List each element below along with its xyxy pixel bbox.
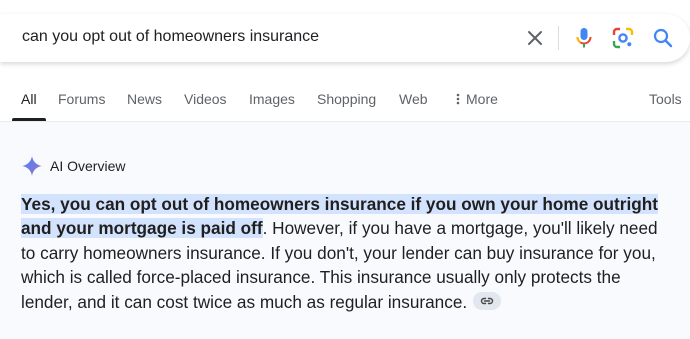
search-icon[interactable]: [651, 26, 675, 50]
ai-overview-header: AI Overview: [22, 156, 125, 176]
search-tabs: All Forums News Videos Images Shopping W…: [0, 82, 690, 122]
tab-web[interactable]: Web: [399, 91, 428, 107]
source-link-button[interactable]: [473, 292, 502, 311]
tab-videos[interactable]: Videos: [184, 91, 227, 107]
tab-images[interactable]: Images: [249, 91, 295, 107]
ai-overview-panel: AI Overview Yes, you can opt out of home…: [0, 122, 690, 339]
tab-more[interactable]: More: [456, 91, 498, 107]
ai-overview-text: Yes, you can opt out of homeowners insur…: [21, 192, 661, 314]
search-divider: [558, 26, 559, 50]
ai-overview-title: AI Overview: [50, 158, 126, 174]
tab-more-label: More: [466, 91, 498, 107]
search-box[interactable]: can you opt out of homeowners insurance: [0, 14, 690, 62]
tab-news[interactable]: News: [127, 91, 162, 107]
link-icon: [480, 297, 494, 305]
gemini-sparkle-icon: [22, 156, 42, 176]
tab-shopping[interactable]: Shopping: [317, 91, 376, 107]
search-input[interactable]: can you opt out of homeowners insurance: [22, 28, 319, 46]
vertical-dots-icon: [456, 93, 460, 105]
tab-all[interactable]: All: [21, 91, 37, 107]
tools-button[interactable]: Tools: [649, 91, 682, 107]
close-icon[interactable]: [523, 26, 547, 50]
tab-forums[interactable]: Forums: [58, 91, 105, 107]
google-lens-icon[interactable]: [611, 26, 635, 50]
microphone-icon[interactable]: [572, 26, 596, 50]
